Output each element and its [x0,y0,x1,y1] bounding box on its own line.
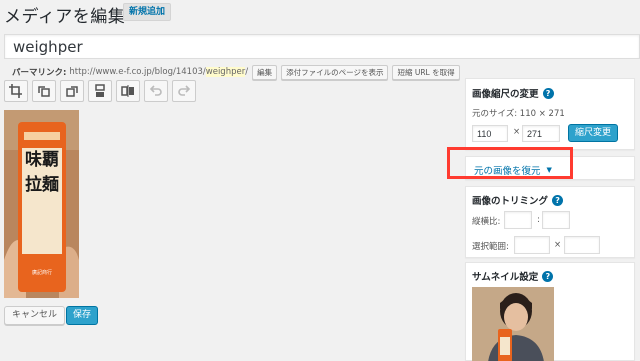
aspect-ratio-height-input[interactable] [542,211,570,229]
scale-title-text: 画像縮尺の変更 [472,89,539,100]
package-title-text: 味覇拉麺 [25,150,59,195]
svg-text:廣記商行: 廣記商行 [32,269,52,276]
aspect-ratio-width-input[interactable] [504,211,532,229]
crop-panel: 画像のトリミング ? 縦横比: : 選択範囲: × [465,186,635,258]
flip-vertical-icon[interactable] [88,80,112,102]
scale-panel: 画像縮尺の変更 ? 元のサイズ: 110 × 271 × 縮尺変更 [465,78,635,150]
image-edit-toolbar [4,80,196,102]
permalink-base-url: http://www.e-f.co.jp/blog/14103/ [69,67,206,77]
redo-icon[interactable] [172,80,196,102]
ratio-separator: : [537,215,540,225]
highlight-box [447,147,573,179]
get-shortlink-button[interactable]: 短縮 URL を取得 [392,64,460,80]
selection-label: 選択範囲: [472,242,509,252]
edit-permalink-button[interactable]: 編集 [252,64,278,80]
save-button[interactable]: 保存 [66,306,99,325]
crop-title-text: 画像のトリミング [472,196,549,207]
media-title-input[interactable] [4,34,640,59]
page-title: メディアを編集 [4,7,126,27]
help-icon[interactable]: ? [542,270,554,282]
permalink-trailing: / [245,67,249,77]
permalink-row: パーマリンク: http://www.e-f.co.jp/blog/14103/… [12,64,460,80]
crop-panel-title: 画像のトリミング ? [472,193,564,207]
thumbnail-title-text: サムネイル設定 [472,272,539,283]
selection-height-input[interactable] [564,236,600,254]
original-size-label: 元のサイズ: 110 × 271 [472,109,565,119]
cancel-button[interactable]: キャンセル [4,306,66,325]
help-icon[interactable]: ? [552,194,564,206]
permalink-label: パーマリンク: [12,68,67,78]
scale-width-input[interactable] [472,125,508,142]
flip-horizontal-icon[interactable] [116,80,140,102]
selection-width-input[interactable] [514,236,550,254]
image-preview[interactable]: 廣記商行 味覇拉麺 [4,110,79,298]
rotate-right-icon[interactable] [60,80,84,102]
thumbnail-panel: サムネイル設定 ? [465,262,635,361]
permalink-slug[interactable]: weighper [205,67,246,77]
product-package-image: 廣記商行 [4,110,79,298]
view-attachment-page-button[interactable]: 添付ファイルのページを表示 [281,64,389,80]
crop-icon[interactable] [4,80,28,102]
times-sign: × [513,127,521,137]
add-new-button[interactable]: 新規追加 [123,3,172,21]
rotate-left-icon[interactable] [32,80,56,102]
selection-separator: × [554,240,562,250]
thumbnail-preview-image [472,287,554,361]
scale-button[interactable]: 縮尺変更 [568,124,619,142]
aspect-ratio-label: 縦横比: [472,217,501,227]
undo-icon[interactable] [144,80,168,102]
scale-height-input[interactable] [522,125,560,142]
thumbnail-panel-title: サムネイル設定 ? [472,269,554,283]
help-icon[interactable]: ? [542,87,554,99]
scale-panel-title: 画像縮尺の変更 ? [472,86,554,100]
